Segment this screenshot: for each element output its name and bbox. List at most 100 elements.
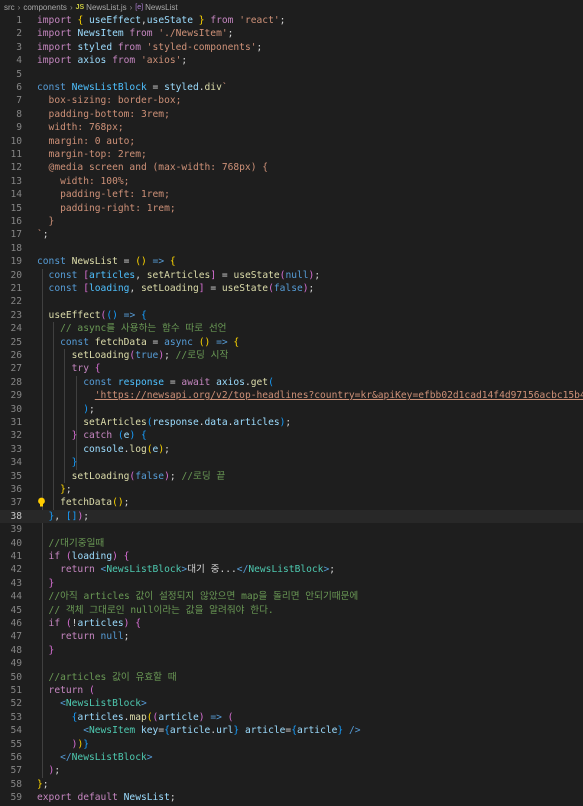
code-line[interactable]: 17 `;: [0, 228, 583, 241]
line-number: 7: [16, 95, 22, 107]
code-line[interactable]: 44 //아직 articles 값이 설정되지 않았으면 map을 돌리면 안…: [0, 590, 583, 603]
code-line[interactable]: 57 );: [0, 764, 583, 777]
code-line[interactable]: 48 }: [0, 644, 583, 657]
line-number: 38: [10, 510, 22, 522]
line-number: 49: [10, 658, 22, 670]
code-line[interactable]: 16 }: [0, 215, 583, 228]
code-line[interactable]: 11 margin-top: 2rem;: [0, 148, 583, 161]
code-line[interactable]: 58};: [0, 778, 583, 791]
line-number: 10: [10, 135, 22, 147]
line-number: 54: [10, 725, 22, 737]
code-text: const [articles, setArticles] = useState…: [37, 269, 321, 281]
code-text: margin-top: 2rem;: [37, 149, 147, 160]
code-line[interactable]: 38 }, []);: [0, 509, 583, 524]
code-text: const [loading, setLoading] = useState(f…: [37, 283, 315, 294]
code-line[interactable]: 7 box-sizing: border-box;: [0, 94, 583, 107]
code-text: margin: 0 auto;: [37, 135, 136, 147]
code-text: //articles 값이 유효할 때: [37, 671, 177, 683]
code-line[interactable]: 14 padding-left: 1rem;: [0, 188, 583, 201]
code-line[interactable]: 22: [0, 295, 583, 308]
code-text: // 객체 그대로인 null이라는 값을 알려줘야 한다.: [37, 604, 274, 616]
code-text: );: [37, 403, 95, 415]
code-text: const fetchData = async () => {: [37, 336, 240, 348]
code-line[interactable]: 3 import styled from 'styled-components';: [0, 41, 583, 54]
code-line[interactable]: 5: [0, 68, 583, 81]
code-line[interactable]: 8 padding-bottom: 3rem;: [0, 108, 583, 121]
code-line[interactable]: 21 const [loading, setLoading] = useStat…: [0, 282, 583, 295]
code-line[interactable]: 25 const fetchData = async () => {: [0, 336, 583, 349]
breadcrumb-file[interactable]: NewsList.js: [86, 3, 126, 12]
code-line[interactable]: 56 </NewsListBlock>: [0, 751, 583, 764]
code-line[interactable]: 31 setArticles(response.data.articles);: [0, 416, 583, 429]
code-line[interactable]: 52 <NewsListBlock>: [0, 697, 583, 710]
line-number: 21: [10, 283, 22, 294]
line-number: 50: [10, 671, 22, 683]
line-number: 42: [10, 564, 22, 576]
code-line[interactable]: 10 margin: 0 auto;: [0, 135, 583, 148]
code-text: width: 100%;: [37, 175, 130, 187]
line-number: 41: [10, 551, 22, 562]
code-line[interactable]: 50 //articles 값이 유효할 때: [0, 671, 583, 684]
line-number: 2: [16, 28, 22, 40]
code-text: padding-right: 1rem;: [37, 202, 176, 214]
code-line[interactable]: 41 if (loading) {: [0, 550, 583, 563]
code-text: @media screen and (max-width: 768px) {: [37, 162, 269, 174]
code-line[interactable]: 35 setLoading(false); //로딩 끝: [0, 470, 583, 483]
code-line[interactable]: 29 'https://newsapi.org/v2/top-headlines…: [0, 389, 583, 402]
line-number: 39: [10, 524, 22, 536]
code-line[interactable]: 49: [0, 657, 583, 670]
code-line[interactable]: 13 width: 100%;: [0, 175, 583, 188]
code-line[interactable]: 4 import axios from 'axios';: [0, 54, 583, 67]
code-line[interactable]: 45 // 객체 그대로인 null이라는 값을 알려줘야 한다.: [0, 604, 583, 617]
code-text: }: [37, 457, 78, 469]
line-number: 51: [10, 685, 22, 696]
code-line[interactable]: 26 setLoading(true); //로딩 시작: [0, 349, 583, 362]
code-text: setLoading(false); //로딩 끝: [37, 470, 226, 482]
code-line[interactable]: 40 //대기중일때: [0, 537, 583, 550]
line-number: 59: [10, 792, 22, 804]
code-line[interactable]: 15 padding-right: 1rem;: [0, 202, 583, 215]
code-text: useEffect(() => {: [37, 309, 147, 321]
code-text: padding-bottom: 3rem;: [37, 108, 170, 120]
code-line[interactable]: 30 );: [0, 403, 583, 416]
line-number: 12: [10, 162, 22, 174]
code-line[interactable]: 18: [0, 242, 583, 255]
code-line[interactable]: 46 if (!articles) {: [0, 617, 583, 630]
code-line[interactable]: 1 import { useEffect,useState } from 'rea…: [0, 14, 583, 27]
code-text: setLoading(true); //로딩 시작: [37, 350, 229, 361]
code-line[interactable]: 6 const NewsListBlock = styled.div`: [0, 81, 583, 94]
code-line[interactable]: 33 console.log(e);: [0, 443, 583, 456]
line-number: 19: [10, 256, 22, 268]
code-editor[interactable]: 1 import { useEffect,useState } from 'rea…: [0, 14, 583, 806]
code-line[interactable]: 37 fetchData();: [0, 496, 583, 509]
code-line[interactable]: 28 const response = await axios.get(: [0, 376, 583, 389]
code-line[interactable]: 12 @media screen and (max-width: 768px) …: [0, 161, 583, 174]
code-line[interactable]: 24 // async를 사용하는 함수 따로 선언: [0, 322, 583, 335]
code-text: import styled from 'styled-components';: [37, 41, 263, 53]
chevron-right-icon: ›: [129, 2, 133, 12]
breadcrumb-components[interactable]: components: [23, 3, 67, 12]
code-line[interactable]: 43 }: [0, 577, 583, 590]
breadcrumb-src[interactable]: src: [4, 3, 15, 12]
code-line[interactable]: 54 <NewsItem key={article.url} article={…: [0, 724, 583, 737]
code-line[interactable]: 51 return (: [0, 684, 583, 697]
breadcrumb-symbol[interactable]: NewsList: [145, 3, 177, 12]
line-number: 9: [16, 122, 22, 134]
lightbulb-icon[interactable]: [37, 497, 46, 508]
code-line[interactable]: 53 {articles.map((article) => (: [0, 711, 583, 724]
code-line[interactable]: 27 try {: [0, 362, 583, 375]
code-line[interactable]: 39: [0, 523, 583, 536]
code-line[interactable]: 42 return <NewsListBlock>대기 중...</NewsLi…: [0, 563, 583, 576]
code-line[interactable]: 47 return null;: [0, 630, 583, 643]
code-line[interactable]: 55 ))}: [0, 738, 583, 751]
code-line[interactable]: 20 const [articles, setArticles] = useSt…: [0, 269, 583, 282]
code-line[interactable]: 32 } catch (e) {: [0, 429, 583, 442]
line-number: 13: [10, 175, 22, 187]
code-line[interactable]: 2 import NewsItem from './NewsItem';: [0, 27, 583, 40]
code-line[interactable]: 9 width: 768px;: [0, 121, 583, 134]
code-line[interactable]: 36 };: [0, 483, 583, 496]
code-line[interactable]: 19 const NewsList = () => {: [0, 255, 583, 268]
code-line[interactable]: 59 export default NewsList;: [0, 791, 583, 804]
code-line[interactable]: 23 useEffect(() => {: [0, 309, 583, 322]
code-line[interactable]: 34 }: [0, 456, 583, 469]
